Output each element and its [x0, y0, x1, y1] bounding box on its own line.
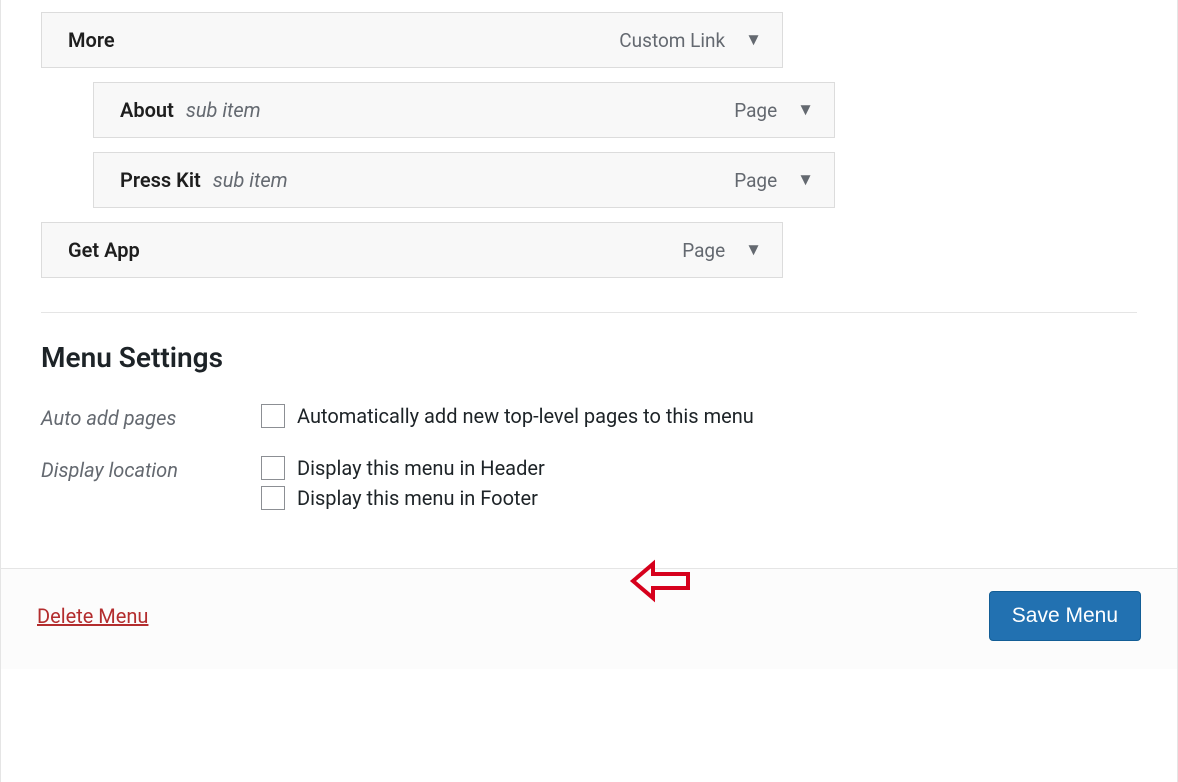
auto-add-pages-label: Auto add pages: [41, 404, 261, 430]
menu-item-title: More: [68, 28, 115, 52]
menu-item-title: About: [120, 98, 174, 122]
menu-item-about[interactable]: About sub item Page ▼: [93, 82, 835, 138]
auto-add-pages-checkbox[interactable]: [261, 404, 285, 428]
delete-menu-link[interactable]: Delete Menu: [37, 604, 148, 628]
menu-item-type: Page: [734, 169, 777, 192]
menu-item-title: Get App: [68, 238, 140, 262]
menu-item-type: Custom Link: [619, 29, 725, 52]
display-header-checkbox-label: Display this menu in Header: [297, 456, 545, 480]
caret-down-icon[interactable]: ▼: [745, 30, 762, 50]
display-location-row: Display location Display this menu in He…: [41, 456, 1137, 516]
auto-add-pages-row: Auto add pages Automatically add new top…: [41, 404, 1137, 434]
menu-item-subtitle: sub item: [213, 168, 288, 192]
display-header-checkbox[interactable]: [261, 456, 285, 480]
caret-down-icon[interactable]: ▼: [797, 100, 814, 120]
menu-item-type: Page: [734, 99, 777, 122]
menu-items-list: More Custom Link ▼ About sub item Page ▼: [1, 0, 1177, 278]
menu-item-more[interactable]: More Custom Link ▼: [41, 12, 783, 68]
settings-heading: Menu Settings: [41, 341, 1137, 374]
display-location-label: Display location: [41, 456, 261, 482]
auto-add-pages-checkbox-label: Automatically add new top-level pages to…: [297, 404, 754, 428]
caret-down-icon[interactable]: ▼: [797, 170, 814, 190]
menu-item-title: Press Kit: [120, 168, 201, 192]
save-menu-button[interactable]: Save Menu: [989, 591, 1141, 641]
display-footer-checkbox[interactable]: [261, 486, 285, 510]
menu-settings-section: Menu Settings Auto add pages Automatical…: [1, 313, 1177, 568]
display-footer-checkbox-label: Display this menu in Footer: [297, 486, 538, 510]
menu-item-get-app[interactable]: Get App Page ▼: [41, 222, 783, 278]
footer-bar: Delete Menu Save Menu: [1, 568, 1177, 669]
caret-down-icon[interactable]: ▼: [745, 240, 762, 260]
menu-item-press-kit[interactable]: Press Kit sub item Page ▼: [93, 152, 835, 208]
menu-item-subtitle: sub item: [186, 98, 261, 122]
menu-item-type: Page: [682, 239, 725, 262]
